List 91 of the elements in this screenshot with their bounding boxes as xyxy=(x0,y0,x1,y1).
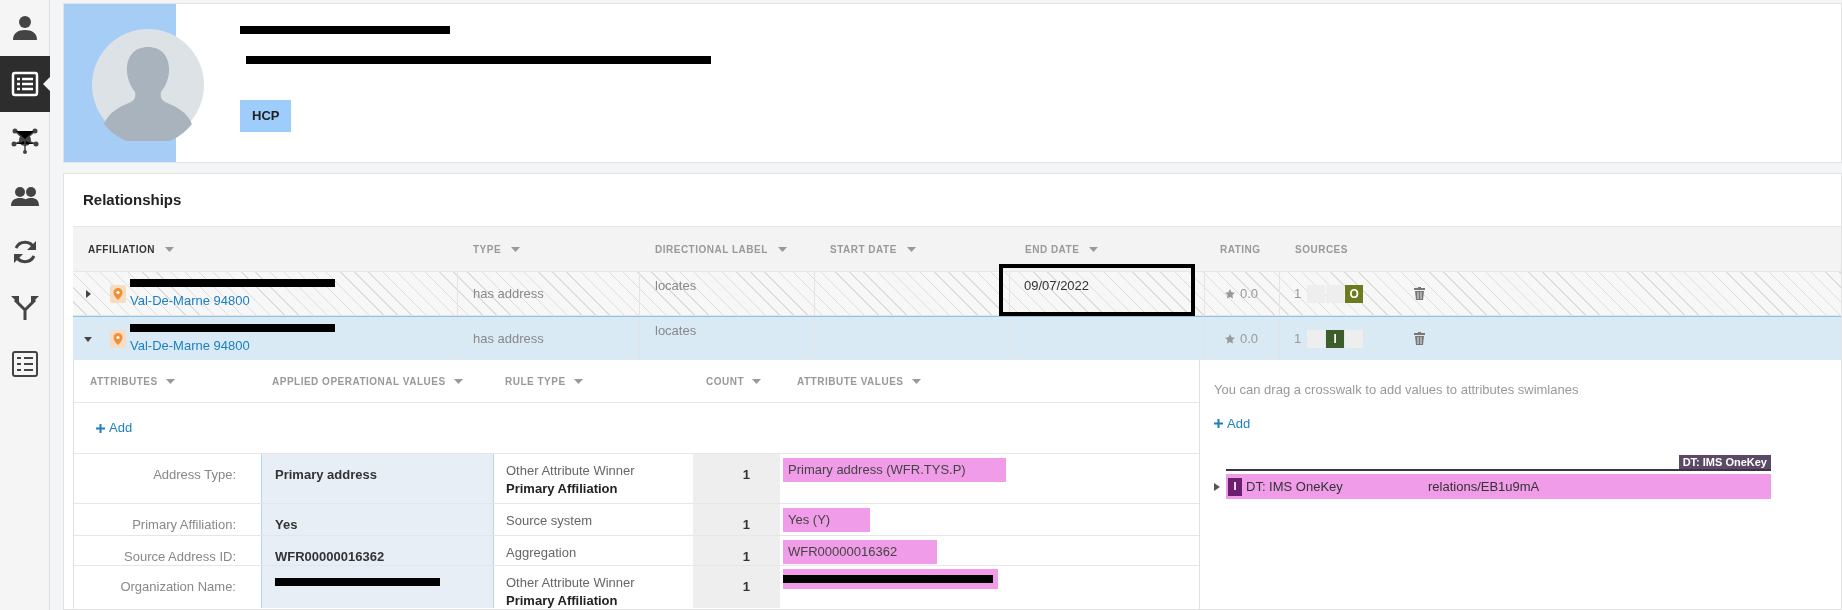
user-icon xyxy=(11,14,39,42)
collapse-caret-icon[interactable] xyxy=(84,334,92,343)
pointer-icon xyxy=(43,77,50,91)
end-date-text: 09/07/2022 xyxy=(1024,277,1090,295)
source-slot xyxy=(1326,284,1345,303)
type-text: has address xyxy=(473,329,544,348)
rule-type: Source system xyxy=(506,512,593,530)
location-pin-icon xyxy=(110,329,126,348)
crosswalk-uri: relations/EB1u9mA xyxy=(1428,477,1540,496)
sort-caret-icon xyxy=(165,246,174,252)
column-header[interactable]: COUNT xyxy=(706,373,745,389)
rating-text: 0.0 xyxy=(1240,329,1259,348)
sort-caret-icon xyxy=(573,378,583,384)
source-count: 1 xyxy=(1294,329,1302,348)
sidebar-item[interactable] xyxy=(0,56,50,112)
column-header[interactable]: RATING xyxy=(1220,241,1261,257)
network-icon xyxy=(11,126,39,154)
location-pin-icon xyxy=(110,284,126,303)
add-button[interactable]: Add xyxy=(96,418,133,438)
count-text: 1 xyxy=(742,517,750,532)
column-header[interactable]: END DATE xyxy=(1025,241,1099,257)
directional-label-text: locates xyxy=(655,277,697,295)
sort-caret-icon xyxy=(777,246,787,252)
table-row[interactable]: Val-De-Marne 94800 has address locates 09/07/2022 0.0 1 O xyxy=(73,272,1841,316)
affiliation-link[interactable]: Val-De-Marne 94800 xyxy=(130,338,335,353)
attribute-label: Primary Affiliation: xyxy=(132,517,236,532)
rule-type: Other Attribute Winner xyxy=(506,462,636,480)
section-title: Relationships xyxy=(83,189,182,210)
column-header[interactable]: START DATE xyxy=(830,241,916,257)
trash-icon[interactable] xyxy=(1414,332,1425,345)
sort-caret-icon xyxy=(1089,246,1099,252)
rule-detail: Primary Affiliation xyxy=(506,480,619,498)
column-header[interactable]: ATTRIBUTE VALUES xyxy=(797,373,904,389)
trash-icon[interactable] xyxy=(1414,287,1425,300)
avatar-icon xyxy=(92,29,204,141)
checklist-icon xyxy=(11,350,39,378)
column-header[interactable]: RULE TYPE xyxy=(505,373,566,389)
add-button[interactable]: Add xyxy=(1214,413,1251,433)
directional-label-text: locates xyxy=(655,322,697,340)
source-slot xyxy=(1307,284,1326,303)
rule-type: Aggregation xyxy=(506,544,578,562)
attribute-value: WFR00000016362 xyxy=(783,540,938,564)
hcp-badge: HCP xyxy=(240,100,292,132)
sort-caret-icon xyxy=(752,378,762,384)
refresh-icon xyxy=(11,238,39,266)
attribute-label: Address Type: xyxy=(153,467,236,482)
source-slot xyxy=(1307,329,1326,348)
applied-value: WFR00000016362 xyxy=(275,549,385,564)
sort-caret-icon xyxy=(911,378,921,384)
crosswalk-group-tag: DT: IMS OneKey xyxy=(1678,455,1771,469)
source-slot xyxy=(1345,329,1364,348)
applied-value: Yes xyxy=(275,517,298,532)
source-badge: I xyxy=(1326,329,1345,348)
applied-value: Primary address xyxy=(275,467,377,482)
attribute-value: Primary address (WFR.TYS.P) xyxy=(783,458,1006,482)
count-text: 1 xyxy=(742,467,750,482)
attribute-value: Yes (Y) xyxy=(783,508,871,532)
plus-icon xyxy=(96,423,105,433)
crosswalk-badge: I xyxy=(1228,477,1242,496)
sort-caret-icon xyxy=(165,378,175,384)
crosswalk-source: DT: IMS OneKey xyxy=(1246,477,1344,496)
expand-caret-icon[interactable] xyxy=(1214,482,1220,491)
column-header[interactable]: AFFILIATION xyxy=(88,241,174,257)
attribute-label: Source Address ID: xyxy=(124,549,236,564)
source-count: 1 xyxy=(1294,284,1302,303)
sort-caret-icon xyxy=(511,246,521,252)
crosswalk-hint: You can drag a crosswalk to add values to attributes swimlanes xyxy=(1214,381,1580,399)
list-icon xyxy=(11,70,39,98)
rule-type: Other Attribute Winner xyxy=(506,574,636,592)
count-text: 1 xyxy=(742,549,750,564)
star-icon xyxy=(1225,333,1235,344)
attribute-label: Organization Name: xyxy=(120,579,236,594)
sort-caret-icon xyxy=(906,246,916,252)
column-header[interactable]: DIRECTIONAL LABEL xyxy=(655,241,787,257)
column-header[interactable]: TYPE xyxy=(473,241,521,257)
type-text: has address xyxy=(473,284,544,303)
star-icon xyxy=(1225,288,1235,299)
count-text: 1 xyxy=(742,579,750,594)
source-badge: O xyxy=(1345,284,1364,303)
affiliation-link[interactable]: Val-De-Marne 94800 xyxy=(130,293,335,308)
rating-text: 0.0 xyxy=(1240,284,1259,303)
table-row[interactable]: Val-De-Marne 94800 has address locates 0.0 1 I xyxy=(73,316,1841,360)
column-header[interactable]: ATTRIBUTES xyxy=(90,373,158,389)
merge-icon xyxy=(11,294,39,322)
column-header[interactable]: APPLIED OPERATIONAL VALUES xyxy=(272,373,446,389)
crosswalk-row[interactable]: I DT: IMS OneKey relations/EB1u9mA xyxy=(1226,474,1771,499)
sort-caret-icon xyxy=(453,378,463,384)
column-header[interactable]: SOURCES xyxy=(1295,241,1348,257)
rule-detail: Primary Affiliation xyxy=(506,592,619,610)
plus-icon xyxy=(1214,418,1223,428)
expand-caret-icon[interactable] xyxy=(84,289,92,298)
